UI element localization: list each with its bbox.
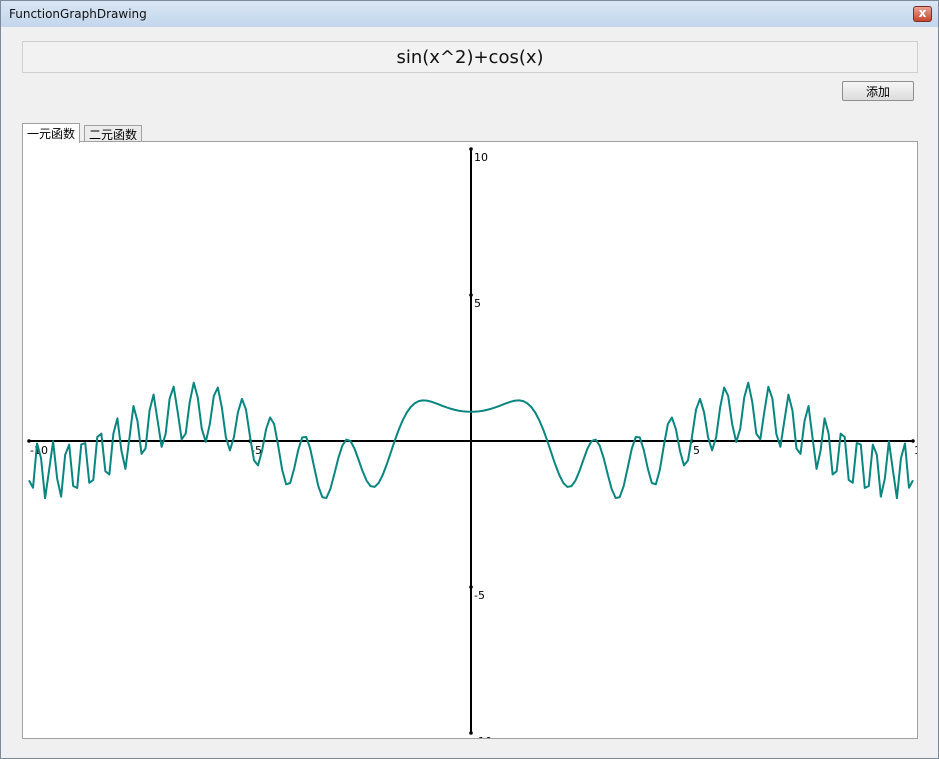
tab-univariate[interactable]: 一元函数 (22, 123, 81, 143)
x-tick-mark (27, 439, 31, 443)
y-tick-mark (469, 731, 473, 735)
close-button[interactable]: x (913, 6, 932, 22)
title-bar[interactable]: FunctionGraphDrawing x (1, 1, 938, 27)
y-tick-label: -10 (474, 735, 492, 738)
window-title: FunctionGraphDrawing (9, 7, 147, 21)
y-tick-label: 10 (474, 151, 488, 164)
x-tick-label: 10 (914, 444, 917, 457)
y-tick-label: -5 (474, 589, 485, 602)
app-window: FunctionGraphDrawing x sin(x^2)+cos(x) 添… (0, 0, 939, 759)
x-tick-label: 5 (693, 444, 700, 457)
y-tick-label: 5 (474, 297, 481, 310)
x-tick-mark (911, 439, 915, 443)
function-plot: -10-5510105-5-10 (27, 147, 928, 748)
close-icon: x (918, 6, 927, 20)
y-tick-mark (469, 585, 473, 589)
add-button[interactable]: 添加 (842, 81, 914, 101)
y-tick-mark (469, 147, 473, 151)
formula-display[interactable]: sin(x^2)+cos(x) (22, 41, 918, 73)
client-area: sin(x^2)+cos(x) 添加 一元函数 二元函数 -10-5510105… (8, 27, 932, 751)
graph-panel: -10-5510105-5-10 (22, 141, 928, 748)
y-tick-mark (469, 293, 473, 297)
